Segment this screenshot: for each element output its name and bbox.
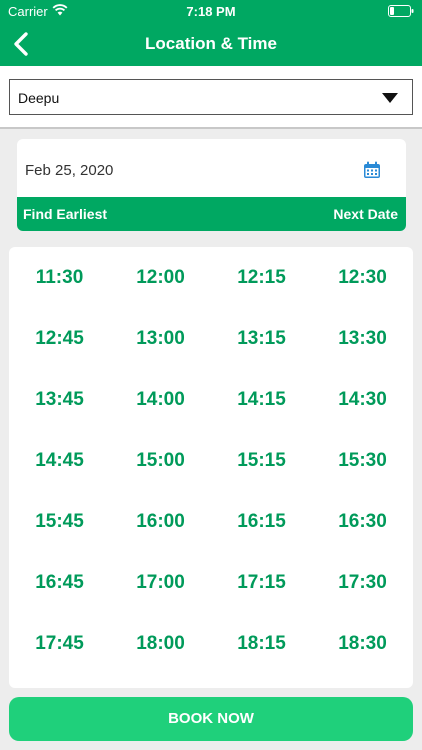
book-now-button[interactable]: BOOK NOW — [9, 697, 413, 741]
time-slot[interactable]: 17:45 — [9, 613, 110, 674]
location-selected-value: Deepu — [18, 90, 60, 106]
time-slot[interactable]: 12:30 — [312, 247, 413, 308]
status-bar: Carrier 7:18 PM — [0, 0, 422, 22]
date-actions-bar: Find Earliest Next Date — [17, 197, 406, 231]
time-slot[interactable]: 12:00 — [110, 247, 211, 308]
page-title: Location & Time — [145, 34, 277, 53]
time-slot[interactable]: 15:45 — [9, 491, 110, 552]
back-button[interactable] — [6, 28, 38, 60]
caret-down-icon — [382, 93, 398, 103]
time-slot[interactable]: 18:00 — [110, 613, 211, 674]
time-slot[interactable]: 16:00 — [110, 491, 211, 552]
time-slot-grid: 11:30 12:00 12:15 12:30 12:45 13:00 13:15 13:30… — [9, 247, 413, 688]
divider — [0, 127, 422, 129]
battery-icon — [388, 5, 414, 17]
time-slot[interactable]: 12:45 — [9, 308, 110, 369]
app-header: Carrier 7:18 PM Location & Time — [0, 0, 422, 66]
time-slot[interactable]: 15:15 — [211, 430, 312, 491]
time-slot[interactable]: 16:30 — [312, 491, 413, 552]
time-slot[interactable]: 16:45 — [9, 552, 110, 613]
next-date-button[interactable]: Next Date — [333, 206, 398, 222]
find-earliest-button[interactable]: Find Earliest — [23, 206, 107, 222]
time-slot[interactable]: 15:00 — [110, 430, 211, 491]
location-dropdown[interactable]: Deepu — [9, 79, 413, 115]
time-slot[interactable]: 11:30 — [9, 247, 110, 308]
time-slot[interactable]: 13:00 — [110, 308, 211, 369]
time-slot[interactable]: 13:30 — [312, 308, 413, 369]
time-slot[interactable]: 12:15 — [211, 247, 312, 308]
time-slot[interactable]: 14:15 — [211, 369, 312, 430]
date-card: Feb 25, 2020 Find Earliest Next Date — [17, 139, 406, 231]
time-slot[interactable]: 13:15 — [211, 308, 312, 369]
time-slot[interactable]: 17:15 — [211, 552, 312, 613]
time-slot[interactable]: 14:00 — [110, 369, 211, 430]
time-slot[interactable]: 15:30 — [312, 430, 413, 491]
calendar-icon[interactable] — [363, 161, 381, 179]
time-slot-card: 11:30 12:00 12:15 12:30 12:45 13:00 13:15 13:30… — [9, 247, 413, 688]
nav-bar: Location & Time — [0, 22, 422, 66]
time-slot[interactable]: 17:00 — [110, 552, 211, 613]
time-slot[interactable]: 14:45 — [9, 430, 110, 491]
time-slot[interactable]: 18:15 — [211, 613, 312, 674]
selected-date[interactable]: Feb 25, 2020 — [25, 162, 113, 179]
status-time: 7:18 PM — [186, 4, 236, 19]
time-slot[interactable]: 18:30 — [312, 613, 413, 674]
time-slot[interactable]: 16:15 — [211, 491, 312, 552]
time-slot[interactable]: 17:30 — [312, 552, 413, 613]
time-slot[interactable]: 14:30 — [312, 369, 413, 430]
time-slot[interactable]: 13:45 — [9, 369, 110, 430]
